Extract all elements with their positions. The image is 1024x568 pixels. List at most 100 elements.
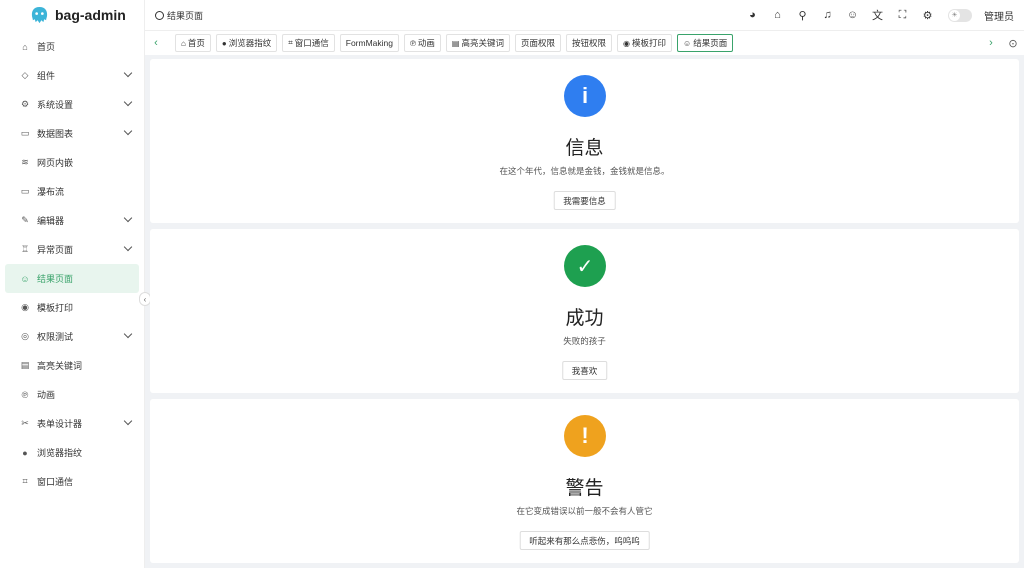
- sidebar-item[interactable]: ✂ 表单设计器: [5, 409, 139, 438]
- pinterest-icon: ℗: [21, 389, 29, 400]
- chart-icon: ▭: [20, 128, 30, 138]
- sidebar-menu: ⌂ 首页 ◇ 组件 ⚙ 系统设置 ▭ 数据图表 ≋ 网页内嵌 ▭ 瀑布流 ✎ 编辑器 ♖ 异常页面 ☺ 结果页面 ◉…: [0, 32, 144, 496]
- tab-label: 按钮权限: [572, 38, 607, 48]
- tab-item[interactable]: ◉ 模板打印: [617, 34, 673, 52]
- home-icon[interactable]: ⌂: [765, 0, 790, 30]
- bug-icon: ♖: [20, 244, 30, 254]
- tags-options-button[interactable]: ⊙: [1002, 31, 1024, 56]
- fullscreen-icon[interactable]: ⛶: [890, 0, 915, 30]
- sidebar-item[interactable]: ● 浏览器指纹: [5, 438, 139, 467]
- user-menu[interactable]: 管理员: [984, 8, 1014, 23]
- sidebar-item-label: 数据图表: [37, 129, 74, 139]
- smile-icon[interactable]: ☺: [840, 0, 865, 30]
- tags-list: ⌂ 首页 ● 浏览器指纹 ⌗ 窗口通信 FormMaking ℗ 动画 ▤ 高亮关键词 页面权限 按钮权…: [175, 34, 980, 52]
- tab-item[interactable]: ☺ 结果页面: [677, 34, 734, 52]
- options-circle-icon: ⊙: [1008, 37, 1018, 50]
- result-card-info: i 信息在这个年代，信息就是金钱，金钱就是信息。我需要信息: [150, 59, 1019, 223]
- sidebar-item[interactable]: ◎ 权限测试: [5, 322, 139, 351]
- sidebar-item[interactable]: ⌗ 窗口通信: [5, 467, 139, 496]
- sidebar-item[interactable]: ▤ 高亮关键词: [5, 351, 139, 380]
- chrome-icon: ●: [22, 447, 28, 458]
- sidebar-item-label: 组件: [37, 71, 56, 81]
- tags-scroll-right-button[interactable]: ›: [980, 31, 1002, 56]
- tab-label: 首页: [187, 38, 205, 48]
- result-subtitle: 在这个年代，信息就是金钱，金钱就是信息。: [499, 166, 670, 176]
- tab-item[interactable]: ℗ 动画: [403, 34, 441, 52]
- tab-icon: ◉: [623, 38, 630, 48]
- chevron-down-icon: [123, 97, 133, 107]
- tab-item[interactable]: ⌂ 首页: [175, 34, 211, 52]
- sidebar-item[interactable]: ✎ 编辑器: [5, 206, 139, 235]
- theme-toggle[interactable]: ☀: [948, 8, 972, 22]
- tab-label: 高亮关键词: [461, 38, 504, 48]
- sidebar-item-label: 模板打印: [37, 303, 74, 313]
- sidebar-item[interactable]: ▭ 瀑布流: [5, 177, 139, 206]
- tab-icon: ⌗: [288, 38, 293, 47]
- tab-icon: ℗: [409, 38, 416, 48]
- tab-label: 模板打印: [632, 38, 667, 48]
- sidebar-item-label: 表单设计器: [37, 419, 83, 429]
- sidebar-item[interactable]: ▭ 数据图表: [5, 119, 139, 148]
- sidebar-item-label: 异常页面: [37, 245, 74, 255]
- sidebar: bag-admin ⌂ 首页 ◇ 组件 ⚙ 系统设置 ▭ 数据图表 ≋ 网页内嵌 ▭ 瀑布流 ✎ 编辑器 ♖…: [0, 0, 151, 568]
- result-title: 成功: [565, 308, 604, 329]
- tab-item[interactable]: ▤ 高亮关键词: [445, 34, 510, 52]
- tab-item[interactable]: 页面权限: [514, 34, 561, 52]
- sun-icon: ☀: [949, 9, 960, 21]
- sidebar-item[interactable]: ◇ 组件: [5, 61, 139, 90]
- breadcrumb: 结果页面: [155, 9, 203, 22]
- tags-scroll-left-button[interactable]: ‹: [145, 31, 167, 56]
- tab-icon: ⌂: [181, 38, 186, 48]
- sidebar-item[interactable]: ⌂ 首页: [5, 32, 139, 61]
- chevron-left-icon: ‹: [143, 294, 147, 304]
- record-icon: ◉: [21, 302, 29, 312]
- tab-label: 窗口通信: [294, 38, 329, 48]
- result-card-success: ✓ 成功失败的孩子我喜欢: [150, 229, 1019, 393]
- result-title: 警告: [565, 478, 604, 499]
- home-icon: ⌂: [22, 41, 28, 52]
- sidebar-item-label: 窗口通信: [37, 477, 74, 487]
- tab-icon: ☺: [683, 38, 692, 48]
- tab-item[interactable]: FormMaking: [339, 34, 399, 52]
- sidebar-item[interactable]: ☺ 结果页面: [5, 264, 139, 293]
- result-title: 信息: [565, 138, 604, 159]
- header: 结果页面 ◕ ⌂ ⚲ ♫ ☺ 文 ⛶ ⚙ ☀ 管理员: [145, 0, 1024, 30]
- sidebar-item[interactable]: ♖ 异常页面: [5, 235, 139, 264]
- sidebar-item-label: 首页: [37, 42, 56, 52]
- cube-icon: ◇: [21, 70, 29, 80]
- app-name: bag-admin: [55, 7, 126, 23]
- sidebar-item-label: 高亮关键词: [37, 361, 83, 371]
- result-action-button[interactable]: 我喜欢: [561, 361, 608, 380]
- app-logo[interactable]: bag-admin: [0, 0, 144, 30]
- chevron-down-icon: [123, 329, 133, 339]
- tab-label: 动画: [417, 38, 435, 48]
- sidebar-item[interactable]: ℗ 动画: [5, 380, 139, 409]
- warning-icon: !: [564, 415, 606, 457]
- search-icon[interactable]: ⚲: [790, 0, 815, 30]
- sidebar-item[interactable]: ◉ 模板打印: [5, 293, 139, 322]
- info-icon: i: [564, 75, 606, 117]
- chevron-left-icon: ‹: [154, 37, 158, 49]
- github-icon[interactable]: ◕: [740, 0, 765, 30]
- monitor-icon: ▭: [20, 186, 30, 196]
- settings-icon[interactable]: ⚙: [915, 0, 940, 30]
- chevron-down-icon: [123, 416, 133, 426]
- tab-item[interactable]: 按钮权限: [566, 34, 613, 52]
- bell-icon[interactable]: ♫: [815, 0, 840, 30]
- main-content: i 信息在这个年代，信息就是金钱，金钱就是信息。我需要信息 ✓ 成功失败的孩子我喜欢!…: [150, 59, 1019, 568]
- sidebar-item[interactable]: ⚙ 系统设置: [5, 90, 139, 119]
- result-action-button[interactable]: 听起来有那么点悲伤，呜呜呜: [519, 531, 650, 550]
- success-icon: ✓: [564, 245, 606, 287]
- breadcrumb-current: 结果页面: [167, 10, 204, 21]
- result-action-button[interactable]: 我需要信息: [553, 191, 616, 210]
- sidebar-item-label: 权限测试: [37, 332, 74, 342]
- edit-icon: ✎: [21, 215, 29, 225]
- smile-icon: ☺: [20, 273, 30, 284]
- sidebar-item-label: 网页内嵌: [37, 158, 74, 168]
- sidebar-item[interactable]: ≋ 网页内嵌: [5, 148, 139, 177]
- translate-icon[interactable]: 文: [865, 0, 890, 30]
- tab-item[interactable]: ⌗ 窗口通信: [282, 34, 335, 52]
- tab-item[interactable]: ● 浏览器指纹: [215, 34, 278, 52]
- result-subtitle: 失败的孩子: [563, 336, 606, 346]
- chevron-right-icon: ›: [989, 37, 993, 49]
